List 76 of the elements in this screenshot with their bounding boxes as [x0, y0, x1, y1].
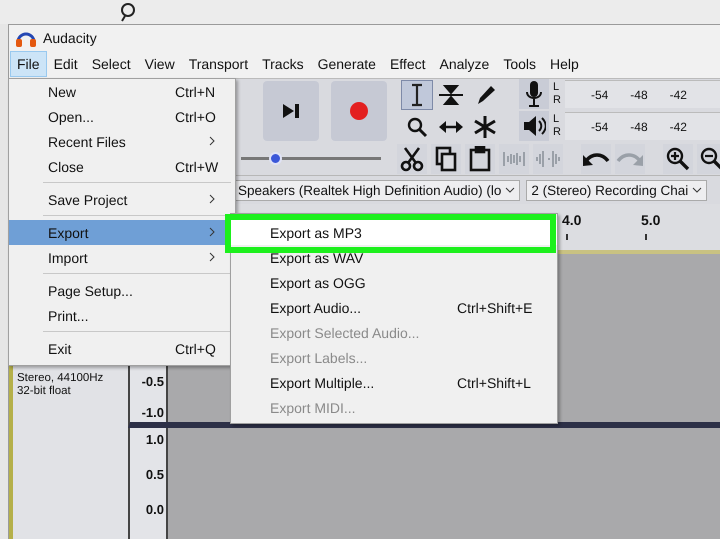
menu-item[interactable]: View: [138, 51, 182, 77]
menu-item[interactable]: Transport: [182, 51, 256, 77]
time-label: 5.0: [641, 212, 662, 228]
envelope-icon: [437, 83, 465, 107]
record-icon: [349, 101, 369, 121]
meter-tick: -48: [630, 88, 648, 102]
channel-label: L: [553, 81, 560, 94]
level-meter[interactable]: -54 -48 -42: [564, 80, 720, 108]
scale-label: 1.0: [146, 432, 164, 447]
meter-tick: -42: [670, 88, 687, 102]
meter-tick: -54: [590, 88, 608, 102]
chevron-right-icon: [209, 194, 215, 204]
menu-item[interactable]: Tools: [496, 51, 543, 77]
menu-item[interactable]: Export Audio... Ctrl+Shift+E: [231, 295, 557, 320]
toolbar-button[interactable]: [431, 144, 461, 174]
track-info: 32-bit float: [17, 385, 72, 398]
zoom-in-icon: [666, 147, 690, 171]
meter-button[interactable]: [519, 79, 549, 109]
menu-item[interactable]: Generate: [310, 51, 383, 77]
channel-label: R: [553, 126, 561, 139]
scale-label: 0.5: [146, 467, 164, 482]
channel-label: L: [553, 113, 560, 126]
toolbar-button[interactable]: [663, 144, 693, 174]
copy-icon: [435, 146, 457, 172]
menu-item[interactable]: File: [10, 51, 47, 77]
search-icon: [118, 2, 138, 22]
level-meter[interactable]: -54 -48 -42: [564, 112, 720, 140]
scale-label: 0.0: [146, 502, 164, 517]
clipboard-icon: [469, 146, 491, 172]
menu-item[interactable]: Save Project: [9, 187, 235, 212]
menu-item[interactable]: Close Ctrl+W: [9, 154, 235, 179]
record-button[interactable]: [331, 81, 387, 141]
menu-item[interactable]: Effect: [382, 51, 432, 77]
meter-tick: -48: [630, 120, 648, 134]
menu-item[interactable]: Recent Files: [9, 129, 235, 154]
meter-tick: -54: [590, 120, 608, 134]
menu-item[interactable]: Export Multiple... Ctrl+Shift+L: [231, 370, 557, 395]
slider-thumb[interactable]: [268, 152, 282, 164]
toolbar-button[interactable]: [581, 144, 611, 174]
meter-tick: -42: [670, 120, 687, 134]
menu-item[interactable]: Export as MP3: [231, 220, 557, 245]
toolbar-button[interactable]: [397, 144, 427, 174]
time-label: 4.0: [562, 212, 582, 228]
menu-item[interactable]: Edit: [46, 51, 85, 77]
scissors-icon: [400, 146, 424, 172]
silence-icon: [535, 148, 561, 170]
chevron-down-icon: [505, 187, 516, 193]
window-title: Audacity: [43, 30, 97, 46]
toolbar-button[interactable]: [697, 144, 720, 174]
chevron-down-icon: [692, 187, 702, 193]
meter-button[interactable]: [519, 111, 549, 141]
tool-button[interactable]: [401, 80, 433, 110]
search-icon: [406, 116, 428, 138]
speaker-icon: [522, 115, 546, 137]
microphone-icon: [524, 80, 544, 108]
menu-item[interactable]: Select: [84, 51, 138, 77]
menu-item[interactable]: Help: [543, 51, 586, 77]
menu-item[interactable]: Analyze: [432, 51, 496, 77]
channels-dropdown[interactable]: 2 (Stereo) Recording Chai: [526, 180, 708, 200]
toolbar-button[interactable]: [465, 144, 495, 174]
skip-button[interactable]: [263, 81, 319, 141]
menu-item[interactable]: Open... Ctrl+O: [9, 104, 235, 129]
chevron-right-icon: [209, 136, 215, 146]
skip-end-icon: [282, 103, 300, 119]
menu-item[interactable]: New Ctrl+N: [9, 79, 235, 104]
channel-label: R: [553, 94, 561, 107]
scale-label: -0.5: [142, 374, 164, 389]
chevron-right-icon: [209, 226, 215, 236]
chevron-right-icon: [209, 252, 215, 262]
zoom-out-icon: [700, 147, 720, 171]
output-device-dropdown[interactable]: Speakers (Realtek High Definition Audio) (lo: [233, 180, 520, 200]
menu-item[interactable]: Export as OGG: [231, 270, 557, 295]
track-info: Stereo, 44100Hz: [17, 372, 104, 385]
scale-label: -1.0: [142, 405, 164, 420]
asterisk-icon: [473, 115, 497, 139]
menu-item[interactable]: Tracks: [255, 51, 311, 77]
